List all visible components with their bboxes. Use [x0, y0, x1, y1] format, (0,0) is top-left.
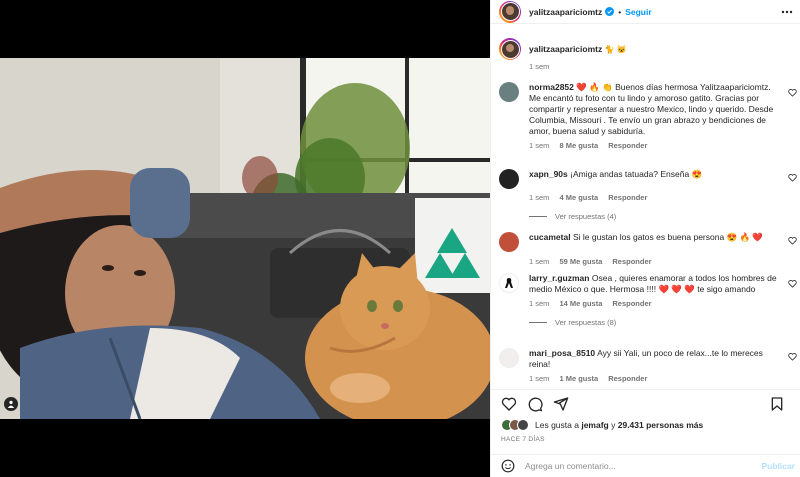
author-username[interactable]: yalitzaapariciomtz	[529, 7, 602, 17]
comment-username[interactable]: cucametal	[529, 232, 571, 242]
comment-likes[interactable]: 14 Me gusta	[559, 299, 602, 308]
commenter-avatar[interactable]	[499, 273, 519, 293]
comment-item: norma2852 ❤️ 🔥 👏 Buenos días hermosa Yal…	[499, 82, 797, 150]
comment-text: mari_posa_8510 Ayy sii Yali, un poco de …	[529, 348, 784, 370]
comment-like-icon[interactable]	[788, 352, 797, 361]
action-bar	[491, 389, 800, 417]
comment-item: xapn_90s ¡Amiga andas tatuada? Enseña 😍 …	[499, 169, 797, 221]
likes-count[interactable]: 29.431 personas más	[618, 420, 704, 430]
replies-line	[529, 322, 547, 323]
commenter-avatar[interactable]	[499, 82, 519, 102]
comment-item: mari_posa_8510 Ayy sii Yali, un poco de …	[499, 348, 797, 383]
view-replies-label: Ver respuestas (8)	[555, 318, 617, 327]
view-replies-label: Ver respuestas (4)	[555, 212, 617, 221]
comment-text: xapn_90s ¡Amiga andas tatuada? Enseña 😍	[529, 169, 784, 189]
reply-button[interactable]: Responder	[608, 141, 647, 150]
add-comment-bar: Publicar	[491, 454, 800, 477]
comment-like-icon[interactable]	[788, 88, 797, 97]
comment-body: Si le gustan los gatos es buena persona …	[572, 232, 764, 242]
header-separator: •	[618, 6, 622, 17]
post-caption: yalitzaapariciomtz 🐈 😺 1 sem	[499, 38, 789, 71]
comment-body: ¡Amiga andas tatuada? Enseña 😍	[570, 169, 703, 179]
post-media	[0, 0, 490, 477]
commenter-avatar[interactable]	[499, 348, 519, 368]
post-date: HACE 7 DÍAS	[501, 436, 545, 443]
likes-middle: y	[611, 420, 616, 430]
comment-time: 1 sem	[529, 193, 550, 202]
comment-meta: 1 sem 1 Me gusta Responder	[529, 374, 789, 383]
replies-line	[529, 216, 547, 217]
caption-username[interactable]: yalitzaapariciomtz	[529, 44, 602, 54]
comment-item: larry_r.guzman Osea , quieres enamorar a…	[499, 273, 797, 327]
black-ribbon-icon	[505, 278, 513, 288]
commenter-avatar[interactable]	[499, 169, 519, 189]
post-panel: yalitzaapariciomtz • Seguir yalitzaapari…	[490, 0, 800, 477]
bookmark-icon[interactable]	[769, 396, 785, 412]
comment-time: 1 sem	[529, 299, 550, 308]
comment-time: 1 sem	[529, 374, 550, 383]
reply-button[interactable]: Responder	[612, 299, 651, 308]
comment-text: cucametal Si le gustan los gatos es buen…	[529, 232, 784, 252]
follow-button[interactable]: Seguir	[625, 7, 651, 17]
comment-likes[interactable]: 8 Me gusta	[559, 141, 598, 150]
reply-button[interactable]: Responder	[608, 193, 647, 202]
photo-illustration	[0, 58, 490, 419]
caption-time: 1 sem	[529, 62, 550, 71]
comment-meta: 1 sem 59 Me gusta Responder	[529, 257, 789, 266]
comment-likes[interactable]: 1 Me gusta	[559, 374, 598, 383]
comment-text: norma2852 ❤️ 🔥 👏 Buenos días hermosa Yal…	[529, 82, 784, 137]
author-avatar[interactable]	[499, 0, 521, 23]
comment-item: cucametal Si le gustan los gatos es buen…	[499, 232, 797, 266]
reply-button[interactable]: Responder	[612, 257, 651, 266]
commenter-avatar[interactable]	[499, 232, 519, 252]
more-dots-icon[interactable]	[781, 6, 793, 18]
comment-username[interactable]: mari_posa_8510	[529, 348, 595, 358]
comment-username[interactable]: larry_r.guzman	[529, 273, 589, 283]
comment-time: 1 sem	[529, 141, 550, 150]
comment-text: larry_r.guzman Osea , quieres enamorar a…	[529, 273, 784, 295]
comment-input[interactable]	[525, 461, 745, 471]
caption-emojis: 🐈 😺	[604, 44, 627, 54]
caption-text: yalitzaapariciomtz 🐈 😺	[529, 44, 784, 55]
view-replies-button[interactable]: Ver respuestas (4)	[529, 212, 789, 221]
comment-username[interactable]: xapn_90s	[529, 169, 568, 179]
likes-user[interactable]: jemafg	[581, 420, 608, 430]
comment-icon[interactable]	[527, 396, 543, 412]
post-header: yalitzaapariciomtz • Seguir	[491, 0, 800, 24]
likes-prefix: Les gusta a	[535, 420, 579, 430]
comment-like-icon[interactable]	[788, 279, 797, 288]
comment-like-icon[interactable]	[788, 236, 797, 245]
comment-likes[interactable]: 4 Me gusta	[559, 193, 598, 202]
user-tag-icon	[7, 400, 15, 408]
user-tag-button[interactable]	[4, 397, 18, 411]
publish-button[interactable]: Publicar	[761, 461, 795, 471]
comment-time: 1 sem	[529, 257, 550, 266]
comments-list[interactable]: yalitzaapariciomtz 🐈 😺 1 sem norma2852 ❤…	[491, 30, 800, 386]
share-icon[interactable]	[553, 396, 569, 412]
comment-likes[interactable]: 59 Me gusta	[559, 257, 602, 266]
heart-icon[interactable]	[501, 396, 517, 412]
comment-meta: 1 sem 14 Me gusta Responder	[529, 299, 789, 308]
reply-button[interactable]: Responder	[608, 374, 647, 383]
likes-summary: Les gusta a jemafg y 29.431 personas más	[501, 419, 703, 431]
likers-avatars[interactable]	[501, 419, 529, 431]
verified-badge-icon	[605, 7, 615, 16]
comment-username[interactable]: norma2852	[529, 82, 574, 92]
comment-meta: 1 sem 4 Me gusta Responder	[529, 193, 789, 202]
post-photo[interactable]	[0, 58, 490, 419]
caption-avatar[interactable]	[499, 38, 521, 60]
view-replies-button[interactable]: Ver respuestas (8)	[529, 318, 789, 327]
comment-like-icon[interactable]	[788, 173, 797, 182]
smiley-icon[interactable]	[501, 459, 515, 473]
comment-meta: 1 sem 8 Me gusta Responder	[529, 141, 789, 150]
